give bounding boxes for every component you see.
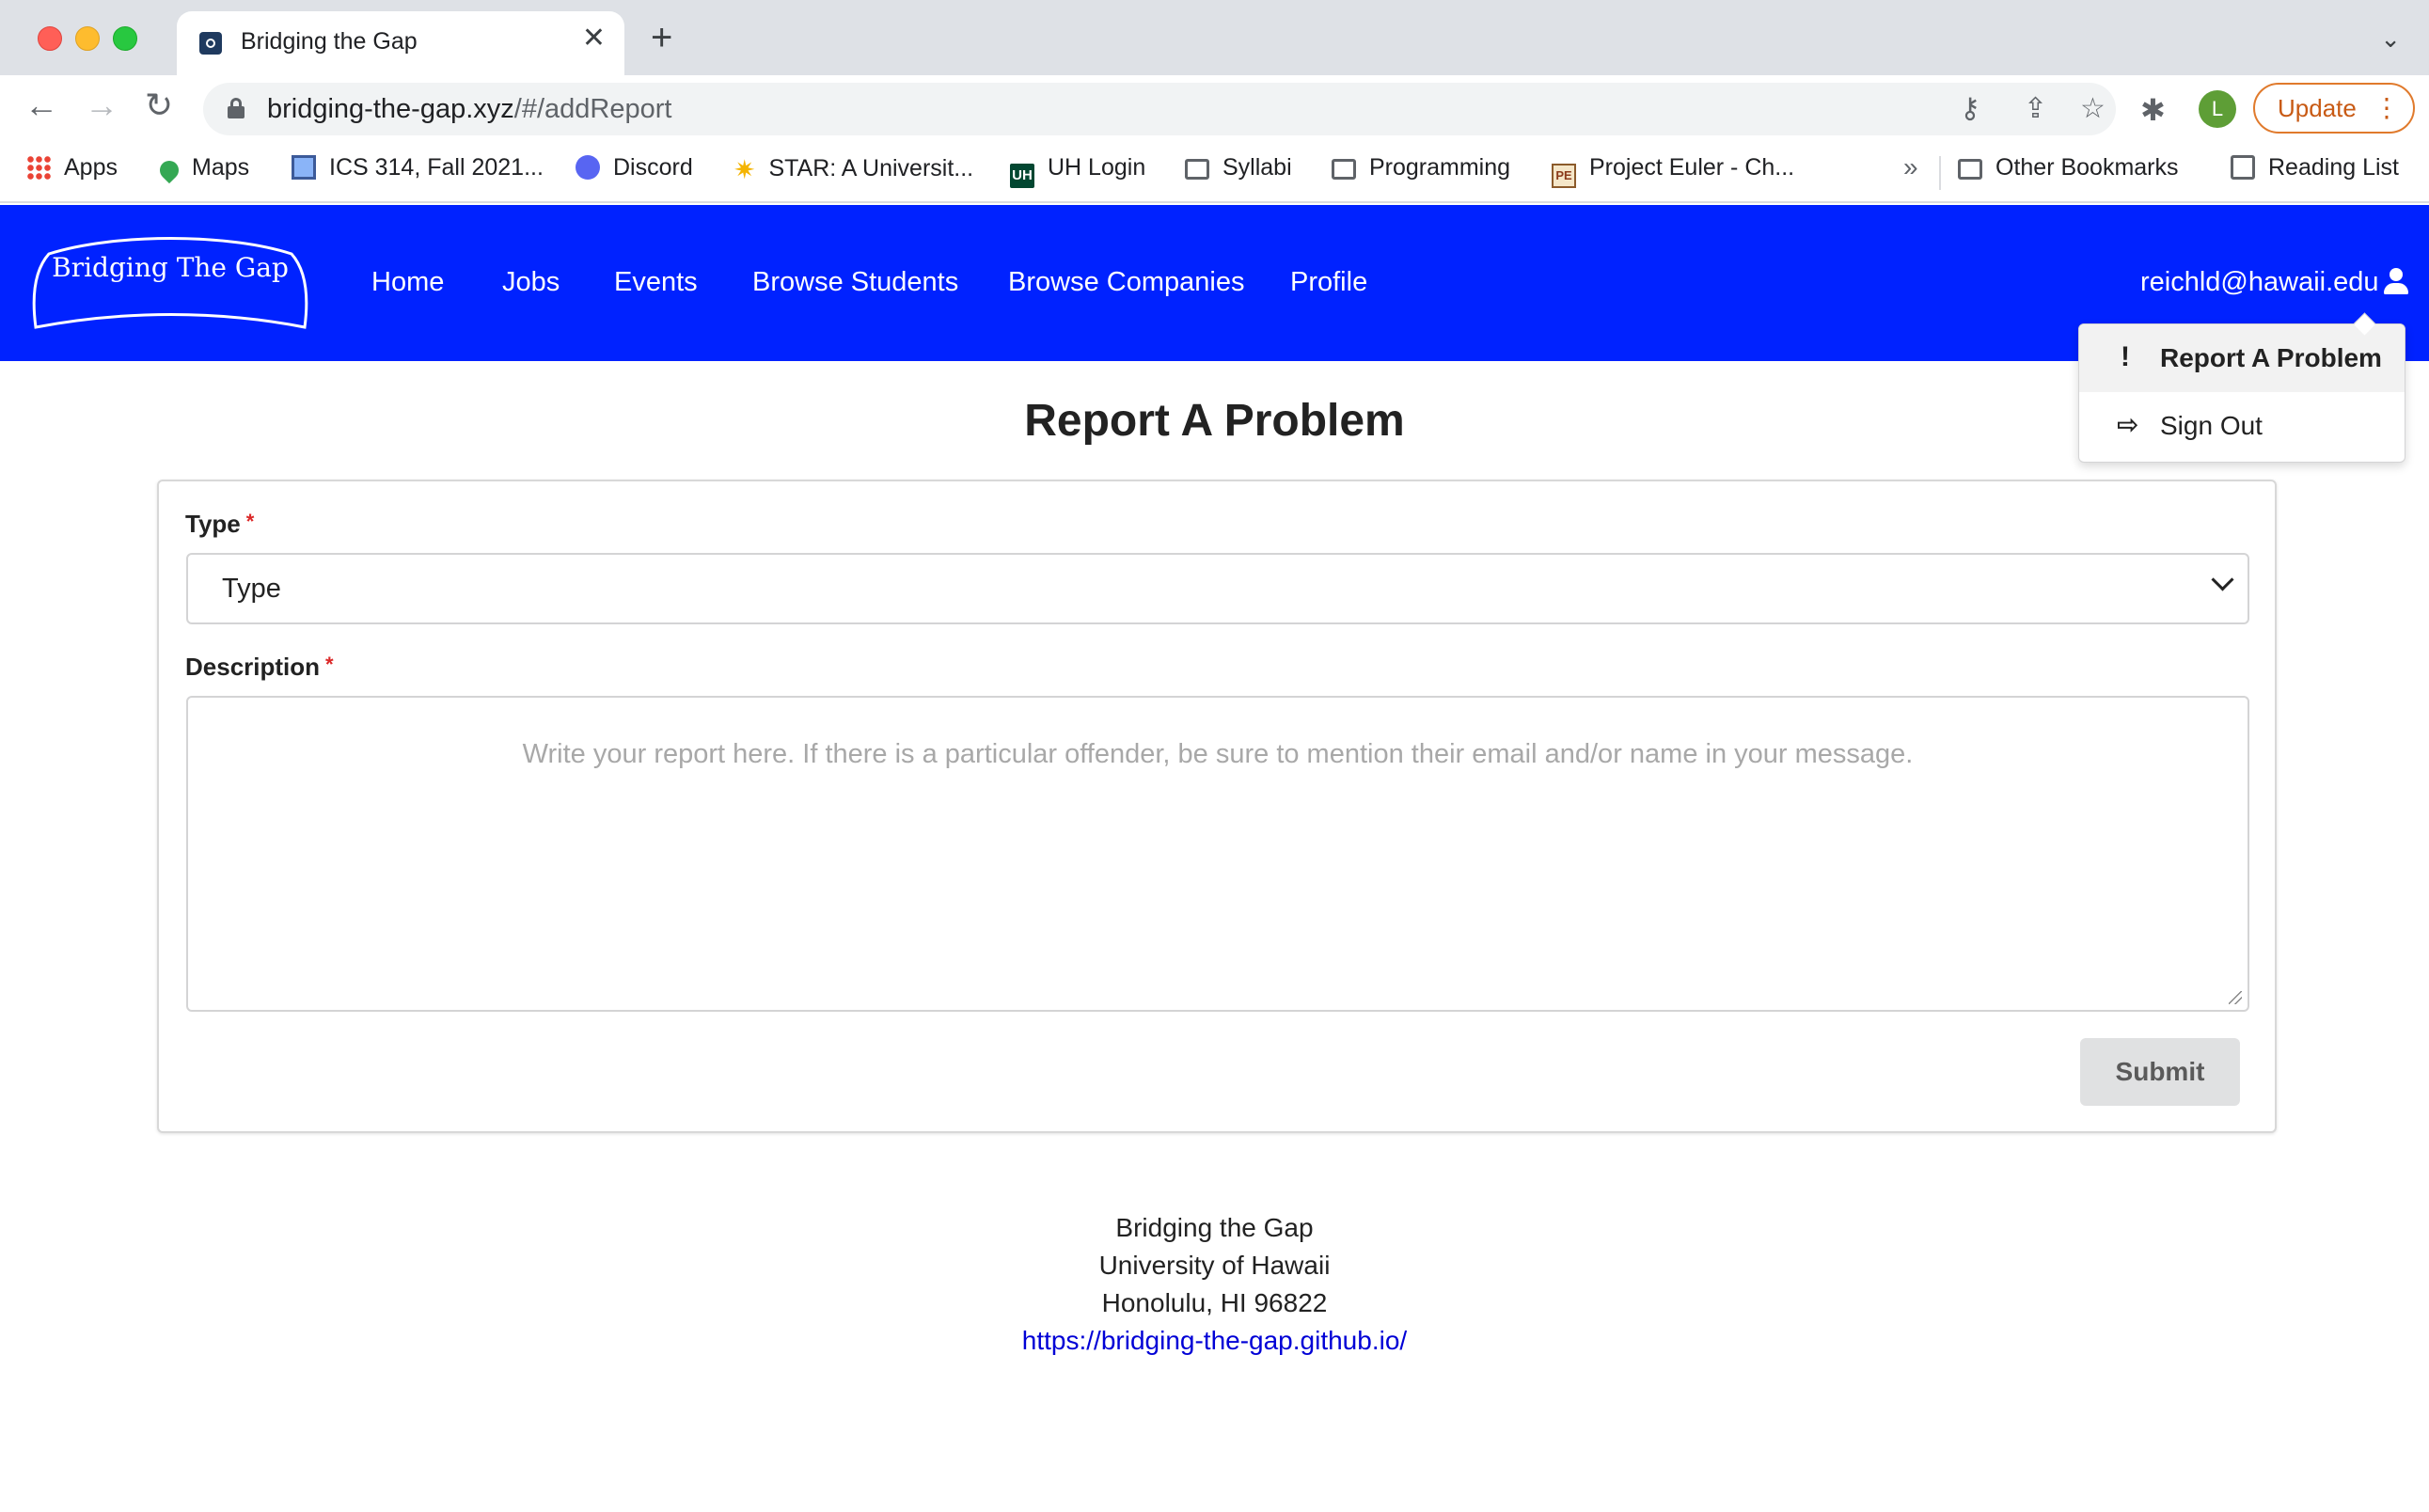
nav-events[interactable]: Events	[614, 267, 698, 298]
extensions-puzzle-icon[interactable]: ✱	[2140, 92, 2166, 128]
nav-home[interactable]: Home	[371, 267, 444, 298]
window-minimize-button[interactable]	[75, 26, 100, 51]
more-bookmarks-chevron-icon[interactable]: »	[1903, 152, 1918, 182]
user-email: reichld@hawaii.edu	[2140, 267, 2379, 297]
update-button[interactable]: Update ⋮	[2253, 83, 2415, 134]
exclamation-icon: !	[2121, 341, 2130, 372]
footer-address: Honolulu, HI 96822	[1101, 1288, 1328, 1317]
nav-browse-companies[interactable]: Browse Companies	[1008, 267, 1244, 298]
description-placeholder: Write your report here. If there is a pa…	[522, 739, 1914, 769]
bookmark-apps[interactable]: Apps	[26, 154, 118, 181]
site-footer: Bridging the Gap University of Hawaii Ho…	[0, 1209, 2429, 1360]
apps-grid-icon	[26, 155, 51, 180]
bookmark-programming[interactable]: Programming	[1332, 154, 1510, 181]
bookmark-star-icon[interactable]: ☆	[2080, 92, 2106, 125]
footer-link[interactable]: https://bridging-the-gap.github.io/	[0, 1322, 2429, 1360]
share-icon[interactable]: ⇪	[2024, 92, 2047, 125]
page-title: Report A Problem	[1024, 396, 1405, 446]
browser-tab-active[interactable]: Bridging the Gap ✕	[177, 11, 624, 75]
bookmark-discord[interactable]: Discord	[576, 154, 693, 181]
type-select[interactable]: Type	[186, 553, 2249, 624]
folder-icon	[1332, 159, 1356, 180]
nav-profile[interactable]: Profile	[1290, 267, 1367, 298]
nav-jobs[interactable]: Jobs	[502, 267, 560, 298]
tab-search-chevron-icon[interactable]: ⌄	[2380, 24, 2401, 54]
star-icon: ✷	[733, 155, 756, 184]
user-icon	[2383, 268, 2409, 294]
reload-icon[interactable]: ↻	[145, 88, 173, 122]
reading-list-icon	[2231, 155, 2255, 180]
bookmarks-divider	[1939, 156, 1941, 190]
bookmark-other-bookmarks[interactable]: Other Bookmarks	[1958, 154, 2179, 181]
maps-pin-icon	[155, 156, 183, 184]
password-key-icon[interactable]: ⚷	[1960, 92, 1980, 125]
url-text[interactable]: bridging-the-gap.xyz/#/addReport	[267, 94, 671, 125]
new-tab-plus-icon[interactable]: +	[651, 19, 672, 56]
logo-text: Bridging The Gap	[52, 252, 289, 283]
back-arrow-icon[interactable]: ←	[24, 88, 58, 122]
menu-item-label: Report A Problem	[2160, 343, 2382, 372]
site-favicon-icon	[199, 32, 222, 55]
type-label: Type *	[185, 510, 255, 538]
submit-button[interactable]: Submit	[2080, 1038, 2240, 1106]
ics-square-icon	[292, 155, 316, 180]
more-menu-icon[interactable]: ⋮	[2374, 85, 2400, 132]
forward-arrow-icon[interactable]: →	[85, 88, 118, 122]
window-close-button[interactable]	[38, 26, 62, 51]
user-menu-toggle[interactable]: reichld@hawaii.edu	[2140, 267, 2409, 298]
bookmark-project-euler[interactable]: PE Project Euler - Ch...	[1552, 154, 1794, 188]
menu-item-report-problem[interactable]: ! Report A Problem	[2079, 324, 2405, 392]
description-label: Description *	[185, 653, 334, 681]
type-select-value: Type	[222, 574, 281, 604]
folder-icon	[1185, 159, 1209, 180]
bookmarks-bar: Apps Maps ICS 314, Fall 2021... Discord …	[0, 143, 2429, 203]
profile-avatar[interactable]: L	[2199, 90, 2236, 128]
logo-banner-shape	[32, 237, 308, 329]
site-navbar: Bridging The Gap Home Jobs Events Browse…	[0, 205, 2429, 361]
address-bar[interactable]: bridging-the-gap.xyz/#/addReport ⚷ ⇪ ☆	[203, 83, 2116, 135]
description-textarea[interactable]: Write your report here. If there is a pa…	[186, 696, 2249, 1012]
tab-title: Bridging the Gap	[241, 28, 418, 55]
bookmark-maps[interactable]: Maps	[155, 154, 249, 184]
browser-toolbar: ← → ↻ bridging-the-gap.xyz/#/addReport ⚷…	[0, 75, 2429, 143]
resize-handle-icon[interactable]	[2229, 991, 2242, 1004]
chevron-down-icon	[2211, 568, 2234, 591]
footer-name: Bridging the Gap	[1115, 1213, 1314, 1242]
bookmark-syllabi[interactable]: Syllabi	[1185, 154, 1292, 181]
footer-university: University of Hawaii	[1098, 1251, 1331, 1280]
report-form: Type * Type Description * Write your repor…	[157, 480, 2277, 1133]
nav-browse-students[interactable]: Browse Students	[752, 267, 958, 298]
lock-icon[interactable]	[228, 98, 244, 118]
project-euler-icon: PE	[1552, 164, 1576, 188]
browser-tab-strip: Bridging the Gap ✕ + ⌄	[0, 0, 2429, 75]
uh-icon: UH	[1010, 164, 1034, 188]
site-logo[interactable]: Bridging The Gap	[30, 233, 310, 335]
window-zoom-button[interactable]	[113, 26, 137, 51]
bookmark-reading-list[interactable]: Reading List	[2231, 154, 2399, 181]
bookmark-uh-login[interactable]: UH UH Login	[1010, 154, 1145, 188]
required-asterisk: *	[325, 653, 334, 676]
bookmark-star[interactable]: ✷ STAR: A Universit...	[733, 154, 973, 185]
discord-icon	[576, 155, 600, 180]
required-asterisk: *	[245, 510, 255, 533]
update-label: Update	[2278, 94, 2357, 122]
folder-icon	[1958, 159, 1982, 180]
tab-close-icon[interactable]: ✕	[582, 24, 606, 53]
bookmark-ics314[interactable]: ICS 314, Fall 2021...	[292, 154, 544, 181]
